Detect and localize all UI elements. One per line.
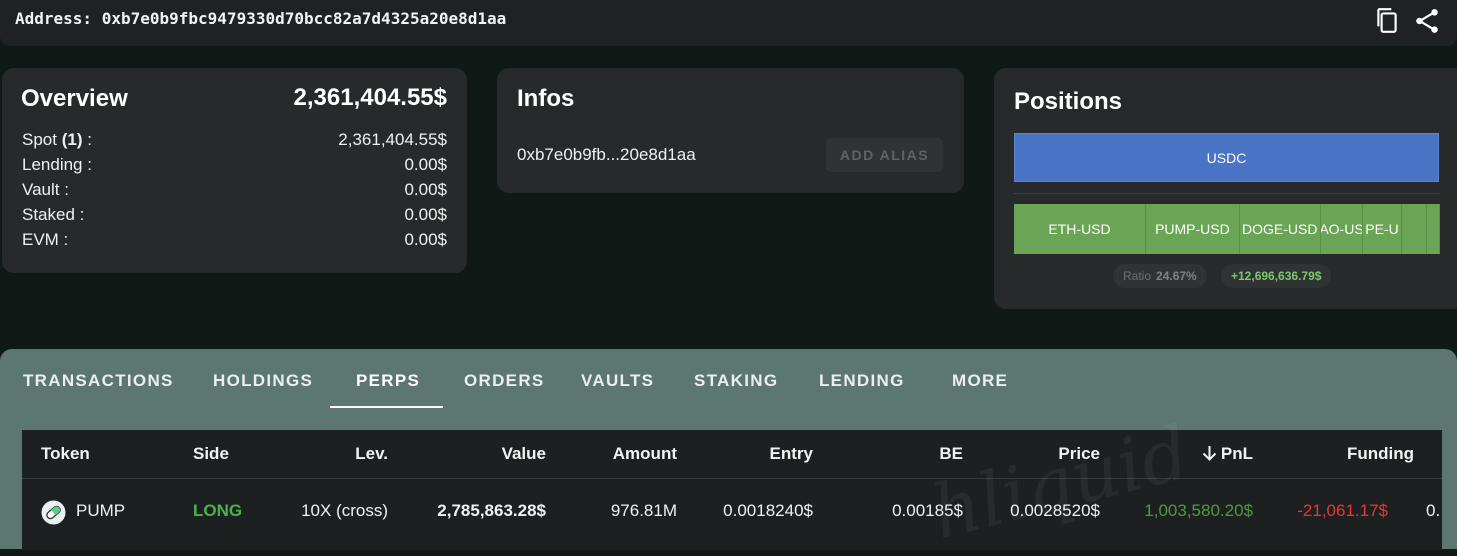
overview-total: 2,361,404.55$ [293, 84, 447, 111]
vault-value: 0.00$ [404, 180, 447, 199]
add-alias-button[interactable]: ADD ALIAS [826, 138, 943, 172]
col-pnl[interactable]: PnL [1202, 444, 1253, 464]
tab-more[interactable]: MORE [952, 371, 1008, 391]
spot-suffix: : [82, 130, 92, 149]
tab-transactions[interactable]: TRANSACTIONS [23, 371, 174, 391]
col-token[interactable]: Token [41, 444, 90, 464]
positions-card: Positions USDC ETH-USD PUMP-USD DOGE-USD AO… [994, 68, 1457, 309]
copy-icon[interactable] [1374, 7, 1400, 35]
cell-amount: 976.81M [610, 501, 677, 520]
cell-overflow: 0. [1426, 501, 1441, 520]
col-amount[interactable]: Amount [613, 444, 677, 464]
col-funding[interactable]: Funding [1347, 444, 1414, 464]
col-side[interactable]: Side [193, 444, 229, 464]
overview-title: Overview [21, 85, 128, 112]
col-be[interactable]: BE [939, 444, 963, 464]
cell-funding: -21,061.17$ [1297, 501, 1388, 520]
tab-lending[interactable]: LENDING [819, 371, 905, 391]
spot-count: (1) [61, 130, 83, 149]
pnl-badge: +12,696,636.79$ [1221, 264, 1332, 288]
overview-row-lending: Lending : 0.00$ [22, 155, 447, 179]
overview-row-evm: EVM : 0.00$ [22, 230, 447, 254]
evm-label: EVM : [22, 230, 69, 249]
cell-be: 0.00185$ [892, 501, 963, 520]
ratio-label: Ratio [1123, 269, 1152, 283]
overview-row-spot: Spot (1) : 2,361,404.55$ [22, 130, 447, 154]
vault-label: Vault : [22, 180, 69, 199]
cell-value: 2,785,863.28$ [437, 501, 546, 520]
positions-divider [1014, 193, 1440, 194]
tab-vaults[interactable]: VAULTS [581, 371, 654, 391]
tab-perps[interactable]: PERPS [356, 371, 420, 391]
lending-value: 0.00$ [404, 155, 447, 174]
positions-title: Positions [1014, 88, 1123, 115]
perp-segment-pe-u[interactable]: PE-U [1363, 204, 1402, 254]
address-value[interactable]: 0xb7e0b9fbc9479330d70bcc82a7d4325a20e8d1… [102, 9, 507, 28]
info-short-address[interactable]: 0xb7e0b9fb...20e8d1aa [517, 145, 696, 165]
lending-label: Lending : [22, 155, 92, 174]
header-divider [22, 478, 1442, 479]
tab-orders[interactable]: ORDERS [464, 371, 545, 391]
perp-segment-item-5[interactable] [1401, 204, 1428, 254]
cell-entry: 0.0018240$ [723, 501, 813, 520]
staked-label: Staked : [22, 205, 85, 224]
ratio-value: 24.67% [1156, 269, 1197, 283]
tab-staking[interactable]: STAKING [694, 371, 778, 391]
sort-desc-icon [1202, 446, 1217, 461]
col-entry[interactable]: Entry [770, 444, 813, 464]
overview-card: Overview 2,361,404.55$ Spot (1) : 2,361,… [2, 68, 467, 273]
pump-token-icon [41, 500, 66, 525]
address-text: Address: 0xb7e0b9fbc9479330d70bcc82a7d43… [15, 9, 506, 28]
spot-allocation-bar[interactable]: USDC [1014, 133, 1439, 182]
col-price[interactable]: Price [1058, 444, 1100, 464]
tab-holdings[interactable]: HOLDINGS [213, 371, 313, 391]
infos-title: Infos [517, 85, 575, 112]
evm-value: 0.00$ [404, 230, 447, 249]
col-pnl-label: PnL [1220, 444, 1253, 463]
share-icon[interactable] [1414, 7, 1440, 35]
perp-segment-doge-usd[interactable]: DOGE-USD [1239, 204, 1321, 254]
address-label: Address: [15, 9, 93, 28]
perp-segment-item-6[interactable] [1427, 204, 1440, 254]
perp-segment-pump-usd[interactable]: PUMP-USD [1146, 204, 1240, 254]
cell-price: 0.0028520$ [1010, 501, 1100, 520]
col-lev[interactable]: Lev. [355, 444, 388, 464]
perp-segment-eth-usd[interactable]: ETH-USD [1014, 204, 1147, 254]
cell-token[interactable]: PUMP [76, 501, 125, 521]
col-value[interactable]: Value [502, 444, 546, 464]
infos-card: Infos 0xb7e0b9fb...20e8d1aa ADD ALIAS [497, 68, 964, 193]
overview-row-vault: Vault : 0.00$ [22, 180, 447, 204]
ratio-badge: Ratio 24.67% [1113, 264, 1207, 288]
cell-side: LONG [193, 501, 243, 520]
staked-value: 0.00$ [404, 205, 447, 224]
address-bar: Address: 0xb7e0b9fbc9479330d70bcc82a7d43… [0, 0, 1457, 46]
cell-lev: 10X (cross) [301, 501, 388, 520]
spot-label: Spot [22, 130, 57, 149]
spot-value: 2,361,404.55$ [338, 130, 447, 149]
cell-pnl: 1,003,580.20$ [1144, 501, 1253, 520]
overview-row-staked: Staked : 0.00$ [22, 205, 447, 229]
perp-segment-ao-us[interactable]: AO-US [1320, 204, 1364, 254]
active-tab-indicator [330, 406, 443, 408]
perps-table: Token Side Lev. Value Amount Entry BE Pr… [22, 430, 1442, 550]
perp-allocation-bar: ETH-USD PUMP-USD DOGE-USD AO-US PE-U [1014, 204, 1440, 254]
pnl-total-value: +12,696,636.79$ [1231, 269, 1322, 283]
